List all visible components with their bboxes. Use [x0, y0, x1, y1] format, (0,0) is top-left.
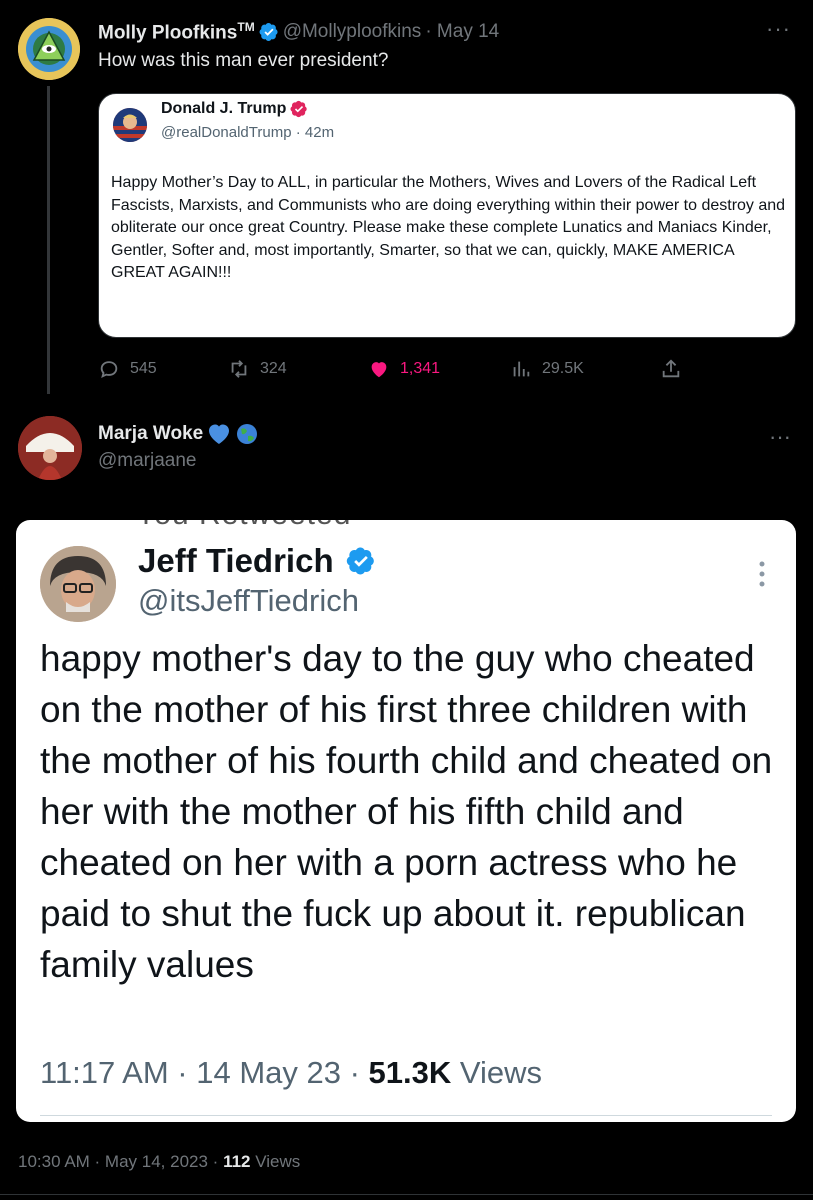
tweet-text: How was this man ever president? [98, 50, 389, 71]
embedded-tweet-meta: 11:17 AM · 14 May 23 · 51.3K Views [40, 1055, 543, 1090]
thread-line [47, 86, 50, 394]
tweet-date[interactable]: · May 14 [425, 21, 499, 43]
reply-timestamp[interactable]: 10:30 AM · May 14, 2023 · 112 Views [18, 1152, 300, 1172]
quoted-tweet-card[interactable]: Donald J. Trump @realDonaldTrump · 42m H… [98, 93, 796, 338]
author-name[interactable]: Molly PloofkinsTM [98, 20, 255, 44]
quoted-author-name: Donald J. Trump [161, 100, 308, 118]
verified-badge-icon [290, 100, 308, 118]
kebab-menu-icon [758, 560, 766, 588]
share-icon [662, 359, 680, 378]
reply-icon [100, 361, 118, 378]
blue-heart-icon [209, 424, 230, 444]
jeff-avatar [40, 546, 116, 622]
embedded-tweet-text: happy mother's day to the guy who cheate… [40, 638, 773, 985]
quoted-author-handle: @realDonaldTrump · 42m [161, 124, 335, 141]
globe-icon [237, 424, 258, 444]
tweet-actions: 545 324 1,341 29.5K [98, 358, 698, 382]
embedded-author-handle: @itsJeffTiedrich [138, 583, 359, 618]
tweet-header: Molly PloofkinsTM @Mollyploofkins · May … [98, 20, 499, 44]
reply-author-handle[interactable]: @marjaane [98, 450, 197, 472]
verified-badge-icon [259, 23, 278, 42]
main-tweet: Molly PloofkinsTM @Mollyploofkins · May … [0, 0, 813, 400]
clipped-retweet-label: You Retweeted [136, 520, 351, 532]
heart-icon [371, 362, 387, 378]
author-handle[interactable]: @Mollyploofkins [283, 21, 422, 43]
views-icon [513, 361, 530, 377]
retweet-icon [231, 360, 247, 378]
more-options-icon[interactable]: ··· [769, 424, 791, 450]
divider [0, 1194, 813, 1195]
verified-badge-icon [346, 547, 374, 575]
trump-avatar [113, 108, 147, 142]
like-button[interactable]: 1,341 [368, 358, 440, 380]
views-button[interactable]: 29.5K [510, 358, 584, 380]
marja-avatar[interactable] [18, 416, 82, 480]
embedded-screenshot[interactable]: You Retweeted Jeff Tiedrich @itsJeffTied… [16, 520, 796, 1122]
reply-tweet: Marja Woke @marjaane ··· [0, 400, 813, 500]
quoted-tweet-text: Happy Mother’s Day to ALL, in particular… [111, 174, 786, 281]
retweet-button[interactable]: 324 [228, 358, 287, 380]
divider [40, 1115, 772, 1116]
reply-author-name[interactable]: Marja Woke [98, 422, 259, 446]
reply-button[interactable]: 545 [98, 358, 157, 380]
more-options-icon[interactable]: ··· [766, 16, 791, 42]
share-button[interactable] [660, 358, 682, 380]
molly-avatar[interactable] [18, 18, 80, 80]
embedded-author-name: Jeff Tiedrich [138, 542, 376, 580]
